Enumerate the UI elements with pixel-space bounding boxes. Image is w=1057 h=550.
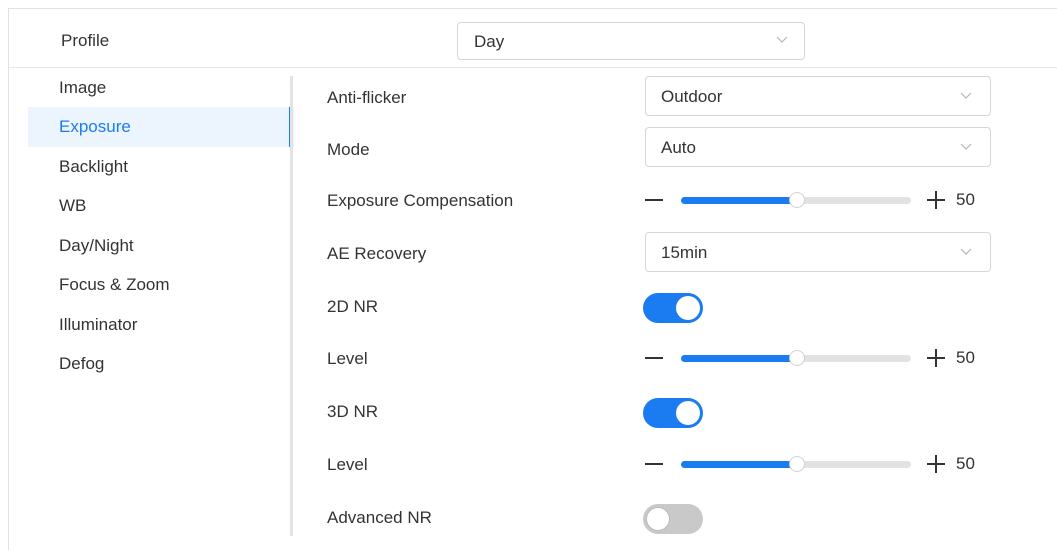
profile-label: Profile [61, 31, 110, 50]
chevron-down-icon [960, 143, 972, 150]
slider-fill [681, 197, 797, 204]
ae-recovery-label: AE Recovery [327, 244, 427, 263]
chevron-down-icon [960, 92, 972, 99]
slider-track[interactable] [681, 192, 911, 208]
mode-label: Mode [327, 140, 370, 159]
plus-icon[interactable] [927, 349, 945, 367]
nr-2d-level-value: 50 [956, 348, 975, 367]
nr-2d-toggle[interactable] [643, 293, 703, 323]
nr-2d-level-label: Level [327, 349, 368, 368]
slider-thumb[interactable] [789, 350, 805, 366]
ae-recovery-value: 15min [661, 243, 708, 262]
exposure-compensation-slider: 50 [645, 185, 985, 215]
nr-3d-toggle[interactable] [643, 398, 703, 428]
minus-icon[interactable] [645, 357, 663, 359]
nr-3d-level-value: 50 [956, 454, 975, 473]
profile-select[interactable]: Day [457, 22, 805, 60]
slider-thumb[interactable] [789, 456, 805, 472]
mode-select[interactable]: Auto [645, 127, 991, 167]
anti-flicker-label: Anti-flicker [327, 88, 407, 107]
toggle-knob [676, 296, 700, 320]
advanced-nr-toggle[interactable] [643, 504, 703, 534]
nr-3d-level-slider: 50 [645, 449, 985, 479]
mode-value: Auto [661, 138, 696, 157]
plus-icon[interactable] [927, 455, 945, 473]
profile-select-value: Day [474, 32, 505, 51]
toggle-knob [676, 401, 700, 425]
nr-3d-level-label: Level [327, 455, 368, 474]
chevron-down-icon [776, 36, 788, 43]
sidebar-item-day-night[interactable]: Day/Night [28, 226, 294, 266]
slider-track[interactable] [681, 456, 911, 472]
sidebar-item-illuminator[interactable]: Illuminator [28, 305, 294, 345]
sidebar-item-backlight[interactable]: Backlight [28, 147, 294, 187]
sidebar-item-wb[interactable]: WB [28, 186, 294, 226]
minus-icon[interactable] [645, 199, 663, 201]
exposure-compensation-label: Exposure Compensation [327, 191, 514, 210]
advanced-nr-label: Advanced NR [327, 508, 432, 527]
nav-divider [290, 76, 293, 536]
slider-fill [681, 461, 797, 468]
sidebar-item-defog[interactable]: Defog [28, 344, 294, 384]
anti-flicker-select[interactable]: Outdoor [645, 76, 991, 116]
slider-thumb[interactable] [789, 192, 805, 208]
sidebar-item-exposure[interactable]: Exposure [28, 107, 294, 147]
exposure-compensation-value: 50 [956, 190, 975, 209]
nr-2d-label: 2D NR [327, 297, 379, 316]
slider-fill [681, 355, 797, 362]
slider-track[interactable] [681, 350, 911, 366]
toggle-knob [646, 507, 670, 531]
minus-icon[interactable] [645, 463, 663, 465]
sidebar-item-image[interactable]: Image [28, 68, 294, 108]
profile-row: Profile Day [8, 8, 1057, 68]
sidebar-item-focus-zoom[interactable]: Focus & Zoom [28, 265, 294, 305]
anti-flicker-value: Outdoor [661, 87, 723, 106]
nr-3d-label: 3D NR [327, 402, 379, 421]
plus-icon[interactable] [927, 191, 945, 209]
ae-recovery-select[interactable]: 15min [645, 232, 991, 272]
chevron-down-icon [960, 248, 972, 255]
nr-2d-level-slider: 50 [645, 343, 985, 373]
